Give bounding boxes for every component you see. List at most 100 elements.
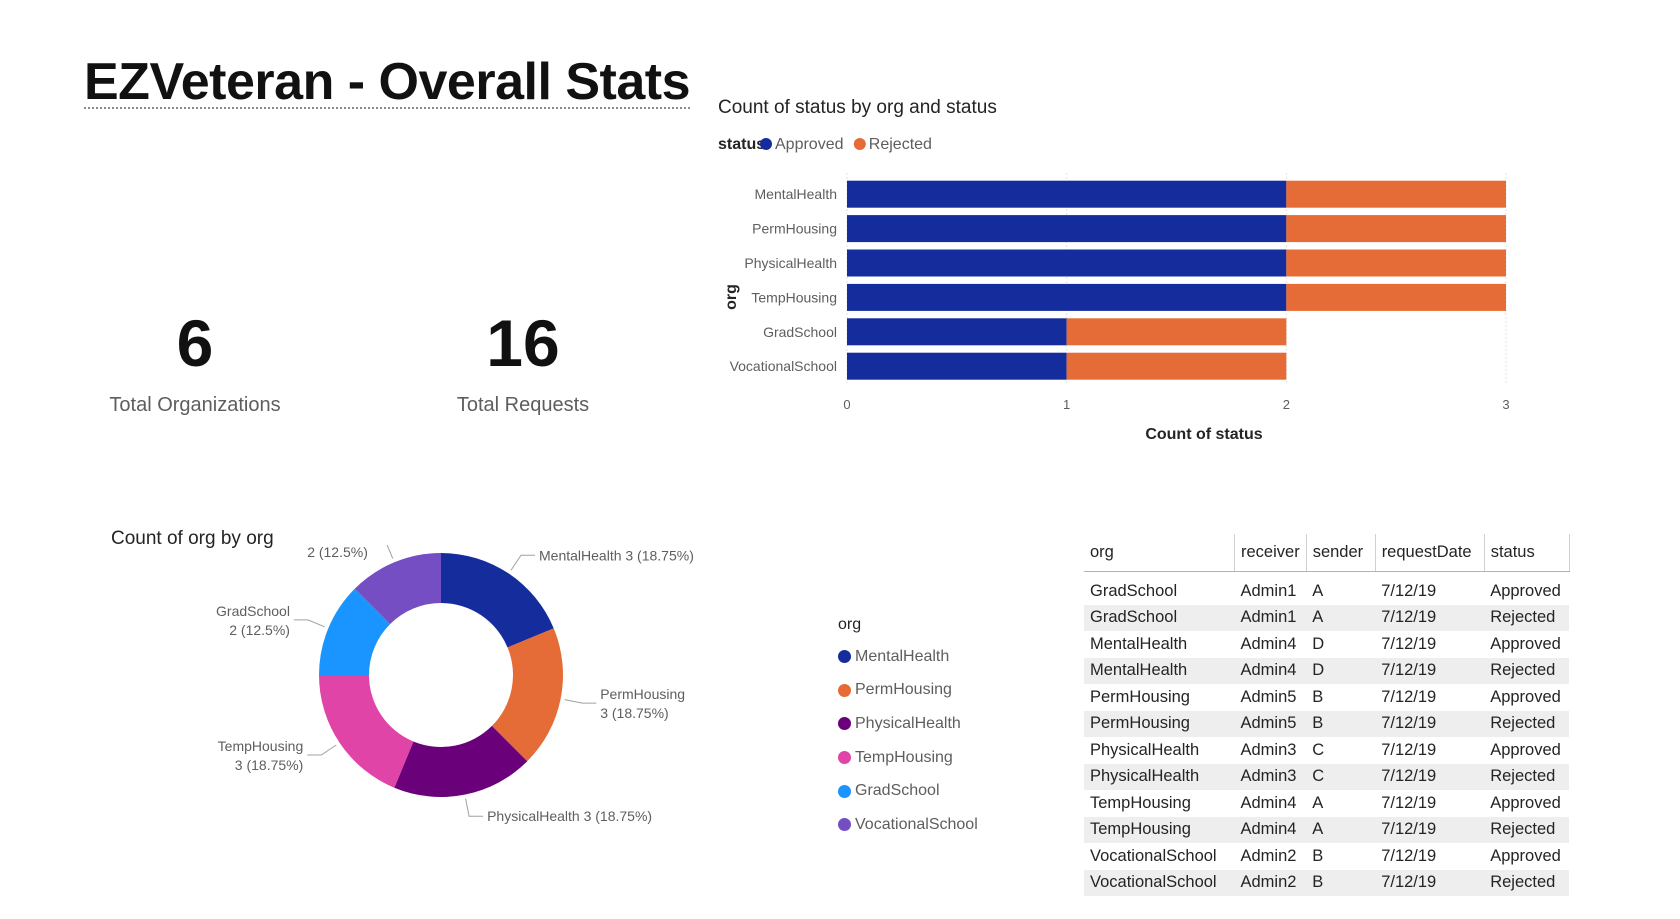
card-total-organizations[interactable]: 6 Total Organizations [65, 310, 325, 417]
card-total-requests[interactable]: 16 Total Requests [393, 310, 653, 417]
cell-sender: B [1306, 684, 1376, 711]
table-row[interactable]: VocationalSchool Admin2 B 7/12/19 Approved [1084, 843, 1570, 870]
cell-requestdate: 7/12/19 [1375, 763, 1485, 790]
table-row[interactable]: GradSchool Admin1 A 7/12/19 Rejected [1084, 604, 1570, 631]
page-title: EZVeteran - Overall Stats [84, 52, 691, 112]
cell-receiver: Admin5 [1234, 710, 1307, 737]
donut-slice-temphousing[interactable] [319, 675, 414, 788]
bar-physicalhealth-rejected[interactable] [1286, 249, 1506, 277]
x-tick-label: 1 [1063, 397, 1070, 412]
donut-chart[interactable]: MentalHealth 3 (18.75%) PermHousing 3 (18.… [0, 545, 720, 885]
y-category-label: PermHousing [752, 221, 837, 237]
table-row[interactable]: TempHousing Admin4 A 7/12/19 Approved [1084, 790, 1570, 817]
table-row[interactable]: PermHousing Admin5 B 7/12/19 Rejected [1084, 710, 1570, 737]
cell-sender: A [1306, 604, 1376, 631]
cell-sender: C [1306, 737, 1376, 764]
bar-x-ticks: 0 1 2 3 [843, 397, 1509, 412]
legend-label: VocationalSchool [855, 815, 978, 833]
cell-status: Approved [1484, 578, 1570, 605]
donut-legend-item-physicalhealth[interactable]: PhysicalHealth [838, 707, 978, 741]
legend-dot [838, 683, 851, 697]
donut-data-label: 3 (18.75%) [235, 757, 303, 773]
bar-permhousing-approved[interactable] [847, 215, 1287, 243]
cell-receiver: Admin1 [1234, 604, 1307, 631]
cell-requestdate: 7/12/19 [1375, 790, 1485, 817]
table-header-row: org receiver sender requestDate status [1084, 534, 1570, 572]
table-row[interactable]: GradSchool Admin1 A 7/12/19 Approved [1084, 578, 1570, 605]
donut-slice-mentalhealth[interactable] [441, 553, 554, 648]
cell-sender: C [1306, 763, 1376, 790]
y-category-label: GradSchool [763, 324, 837, 340]
requests-table[interactable]: org receiver sender requestDate status G… [1084, 534, 1570, 896]
table-row[interactable]: MentalHealth Admin4 D 7/12/19 Approved [1084, 631, 1570, 658]
donut-legend-title: org [838, 616, 862, 633]
bar-category-labels: MentalHealth PermHousing PhysicalHealth Tem… [730, 186, 837, 374]
legend-label: PhysicalHealth [855, 714, 961, 732]
column-header-sender[interactable]: sender [1306, 534, 1376, 572]
donut-legend-item-temphousing[interactable]: TempHousing [838, 741, 978, 775]
bar-x-axis-title: Count of status [1145, 426, 1262, 443]
cell-receiver: Admin2 [1234, 869, 1307, 896]
cell-requestdate: 7/12/19 [1375, 737, 1485, 764]
bar-chart[interactable]: Count of status by org and status status… [700, 85, 1600, 485]
column-header-org[interactable]: org [1084, 534, 1235, 572]
cell-status: Approved [1484, 684, 1570, 711]
column-header-requestdate[interactable]: requestDate [1375, 534, 1485, 572]
donut-legend-item-permhousing[interactable]: PermHousing [838, 674, 978, 708]
bar-vocationalschool-approved[interactable] [847, 352, 1067, 380]
bar-mentalhealth-approved[interactable] [847, 180, 1287, 208]
cell-receiver: Admin4 [1234, 631, 1307, 658]
donut-legend-item-gradschool[interactable]: GradSchool [838, 774, 978, 808]
donut-data-label: 2 (12.5%) [229, 622, 290, 638]
bar-chart-title: Count of status by org and status [718, 97, 997, 118]
cell-org: PhysicalHealth [1084, 763, 1235, 790]
cell-status: Rejected [1484, 657, 1570, 684]
table-row[interactable]: MentalHealth Admin4 D 7/12/19 Rejected [1084, 657, 1570, 684]
bar-temphousing-rejected[interactable] [1286, 283, 1506, 311]
cell-org: VocationalSchool [1084, 843, 1235, 870]
legend-dot [838, 751, 851, 765]
cell-org: TempHousing [1084, 790, 1235, 817]
bar-permhousing-rejected[interactable] [1286, 215, 1506, 243]
donut-legend: org MentalHealth PermHousing PhysicalHealt… [838, 616, 978, 842]
table-row[interactable]: PermHousing Admin5 B 7/12/19 Approved [1084, 684, 1570, 711]
donut-legend-item-vocationalschool[interactable]: VocationalSchool [838, 808, 978, 842]
cell-sender: D [1306, 657, 1376, 684]
table-row[interactable]: TempHousing Admin4 A 7/12/19 Rejected [1084, 816, 1570, 843]
cell-receiver: Admin3 [1234, 763, 1307, 790]
page-title-text: EZVeteran - Overall Stats [84, 53, 691, 111]
column-header-status[interactable]: status [1484, 534, 1570, 572]
table-row[interactable]: PhysicalHealth Admin3 C 7/12/19 Rejected [1084, 763, 1570, 790]
legend-label: TempHousing [855, 748, 953, 766]
cell-requestdate: 7/12/19 [1375, 578, 1485, 605]
bar-physicalhealth-approved[interactable] [847, 249, 1287, 277]
bar-gradschool-rejected[interactable] [1066, 318, 1287, 346]
cell-sender: A [1306, 790, 1376, 817]
donut-leader-line [293, 619, 325, 628]
column-header-receiver[interactable]: receiver [1234, 534, 1307, 572]
cell-status: Rejected [1484, 869, 1570, 896]
legend-label-rejected[interactable]: Rejected [869, 136, 932, 153]
donut-leader-line [386, 545, 394, 559]
legend-label-approved[interactable]: Approved [775, 136, 844, 153]
cell-requestdate: 7/12/19 [1375, 684, 1485, 711]
cell-org: VocationalSchool [1084, 869, 1235, 896]
bar-y-axis-title: org [723, 284, 740, 310]
bar-temphousing-approved[interactable] [847, 283, 1287, 311]
cell-receiver: Admin3 [1234, 737, 1307, 764]
table-row[interactable]: PhysicalHealth Admin3 C 7/12/19 Approved [1084, 737, 1570, 764]
x-tick-label: 3 [1502, 397, 1509, 412]
bar-vocationalschool-rejected[interactable] [1066, 352, 1287, 380]
bar-mentalhealth-rejected[interactable] [1286, 180, 1506, 208]
donut-legend-item-mentalhealth[interactable]: MentalHealth [838, 640, 978, 674]
cell-requestdate: 7/12/19 [1375, 604, 1485, 631]
table-row[interactable]: VocationalSchool Admin2 B 7/12/19 Rejected [1084, 869, 1570, 896]
cell-status: Rejected [1484, 763, 1570, 790]
cell-org: GradSchool [1084, 604, 1235, 631]
cell-requestdate: 7/12/19 [1375, 843, 1485, 870]
y-category-label: PhysicalHealth [744, 255, 837, 271]
y-category-label: MentalHealth [755, 186, 838, 202]
cell-sender: B [1306, 710, 1376, 737]
card-value: 16 [486, 306, 560, 380]
bar-gradschool-approved[interactable] [847, 318, 1067, 346]
